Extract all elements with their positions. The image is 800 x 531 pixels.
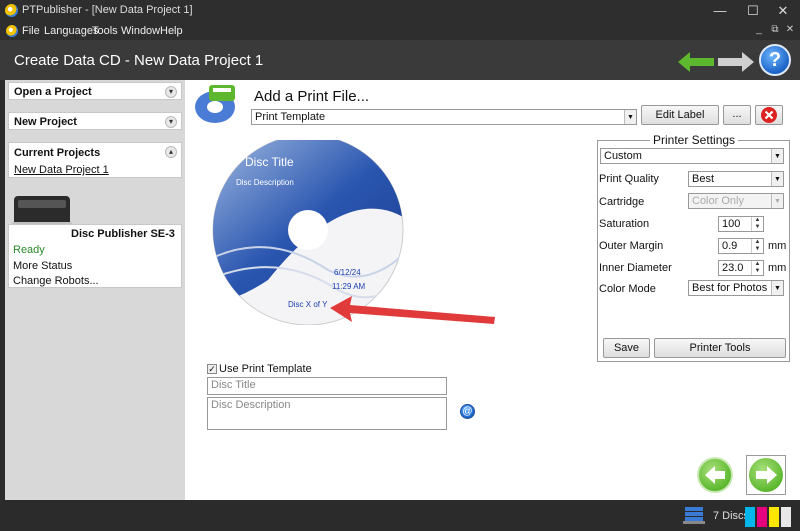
close-button[interactable]: ✕ xyxy=(768,2,798,20)
disc-date-text: 6/12/24 xyxy=(334,268,361,277)
color-mode-label: Color Mode xyxy=(599,283,656,295)
saturation-label: Saturation xyxy=(599,218,650,230)
spinner-icon[interactable]: ▲ ▼ xyxy=(751,217,763,231)
menu-languages[interactable]: Languages xyxy=(44,25,98,37)
disc-description-text: Disc Description xyxy=(236,178,294,187)
maximize-button[interactable]: ☐ xyxy=(738,2,768,20)
help-icon[interactable]: ? xyxy=(759,44,791,76)
current-projects-label: Current Projects xyxy=(14,147,101,159)
close-circle-icon xyxy=(761,107,777,123)
chevron-down-icon[interactable]: ▾ xyxy=(165,116,177,128)
next-arrow-icon xyxy=(749,458,783,492)
print-quality-value: Best xyxy=(692,173,715,185)
outer-margin-unit: mm xyxy=(768,240,787,252)
mdi-restore-button[interactable]: ⧉ xyxy=(768,24,782,35)
spinner-icon[interactable]: ▲ ▼ xyxy=(751,239,763,253)
disc-title-input[interactable]: Disc Title xyxy=(207,377,447,395)
chevron-down-icon: ▼ xyxy=(771,194,783,208)
printer-settings-heading: Printer Settings xyxy=(650,133,739,147)
status-ready: Ready xyxy=(13,244,45,256)
disc-description-input[interactable]: Disc Description xyxy=(207,397,447,430)
red-arrow-icon xyxy=(330,296,495,324)
edit-label-button[interactable]: Edit Label xyxy=(641,105,719,125)
spinner-icon[interactable]: ▲ ▼ xyxy=(751,261,763,275)
cartridge-select: Color Only ▼ xyxy=(688,193,784,209)
back-arrow-icon[interactable] xyxy=(678,52,714,72)
document-icon[interactable] xyxy=(6,25,18,37)
saturation-value: 100 xyxy=(722,218,741,230)
color-mode-value: Best for Photos xyxy=(692,282,768,294)
print-quality-label: Print Quality xyxy=(599,173,659,185)
disc-number-text: Disc X of Y xyxy=(288,300,328,309)
color-mode-select[interactable]: Best for Photos ▼ xyxy=(688,280,784,296)
menu-help[interactable]: Help xyxy=(160,25,183,37)
disc-stack-icon xyxy=(683,505,705,525)
outer-margin-value: 0.9 xyxy=(722,240,738,252)
forward-arrow-icon[interactable] xyxy=(718,52,754,72)
disc-time-text: 11:29 AM xyxy=(332,282,366,291)
app-icon xyxy=(5,4,18,17)
menu-file[interactable]: File xyxy=(22,25,40,37)
printer-tools-button[interactable]: Printer Tools xyxy=(654,338,786,358)
title-bar: PTPublisher - [New Data Project 1] — ☐ ✕ xyxy=(0,0,800,22)
inner-diameter-value: 23.0 xyxy=(722,262,744,274)
print-heading: Add a Print File... xyxy=(254,88,370,105)
print-template-value: Print Template xyxy=(255,111,326,123)
chevron-up-icon[interactable]: ▴ xyxy=(165,146,177,158)
back-button[interactable] xyxy=(697,457,733,493)
mdi-minimize-button[interactable]: _ xyxy=(752,24,766,35)
print-template-select[interactable]: Print Template ▼ xyxy=(251,109,637,125)
profile-select[interactable]: Custom ▼ xyxy=(600,148,784,164)
chevron-down-icon: ▼ xyxy=(771,172,783,186)
next-button[interactable] xyxy=(746,455,786,495)
saturation-stepper[interactable]: 100 ▲ ▼ xyxy=(718,216,764,232)
browse-button[interactable]: ... xyxy=(723,105,751,125)
page-title: Create Data CD - New Data Project 1 xyxy=(14,52,264,69)
print-quality-select[interactable]: Best ▼ xyxy=(688,171,784,187)
print-disc-icon xyxy=(193,83,239,125)
project-item-new-data-project-1[interactable]: New Data Project 1 xyxy=(14,164,109,176)
publisher-name: Disc Publisher SE-3 xyxy=(71,228,175,240)
chevron-down-icon: ▼ xyxy=(771,149,783,163)
outer-margin-label: Outer Margin xyxy=(599,240,664,252)
save-button[interactable]: Save xyxy=(603,338,650,358)
menu-bar: File Languages Tools Window Help _ ⧉ ✕ xyxy=(0,22,800,40)
new-project-label: New Project xyxy=(14,116,77,128)
menu-tools[interactable]: Tools xyxy=(92,25,118,37)
inner-diameter-label: Inner Diameter xyxy=(599,262,672,274)
back-arrow-icon xyxy=(705,466,725,484)
ink-levels-icon xyxy=(745,505,795,527)
cartridge-label: Cartridge xyxy=(599,196,645,208)
minimize-button[interactable]: — xyxy=(705,2,735,20)
chevron-down-icon[interactable]: ▾ xyxy=(165,86,177,98)
disc-count: 7 Discs xyxy=(713,510,750,522)
clear-button[interactable] xyxy=(755,105,783,125)
chevron-down-icon: ▼ xyxy=(624,110,636,124)
outer-margin-stepper[interactable]: 0.9 ▲ ▼ xyxy=(718,238,764,254)
current-projects-section: Current Projects ▴ New Data Project 1 xyxy=(8,142,182,178)
insert-field-icon[interactable]: @ xyxy=(460,404,475,419)
disc-title-text: Disc Title xyxy=(245,155,294,169)
status-bar xyxy=(0,500,800,531)
publisher-status-card: Disc Publisher SE-3 Ready More Status Ch… xyxy=(8,224,182,288)
cartridge-value: Color Only xyxy=(692,195,744,207)
chevron-down-icon: ▼ xyxy=(771,281,783,295)
use-template-checkbox[interactable]: ✓ xyxy=(207,364,217,374)
mdi-close-button[interactable]: ✕ xyxy=(783,24,797,35)
more-status-link[interactable]: More Status xyxy=(13,260,72,272)
new-project-section[interactable]: New Project ▾ xyxy=(8,112,182,130)
open-project-label: Open a Project xyxy=(14,86,92,98)
inner-diameter-unit: mm xyxy=(768,262,787,274)
header-bar: Create Data CD - New Data Project 1 xyxy=(0,40,800,80)
menu-window[interactable]: Window xyxy=(121,25,160,37)
change-robots-link[interactable]: Change Robots... xyxy=(13,275,99,287)
profile-value: Custom xyxy=(604,150,642,162)
open-project-section[interactable]: Open a Project ▾ xyxy=(8,82,182,100)
window-title: PTPublisher - [New Data Project 1] xyxy=(22,4,193,16)
inner-diameter-stepper[interactable]: 23.0 ▲ ▼ xyxy=(718,260,764,276)
use-template-label: Use Print Template xyxy=(219,363,312,375)
